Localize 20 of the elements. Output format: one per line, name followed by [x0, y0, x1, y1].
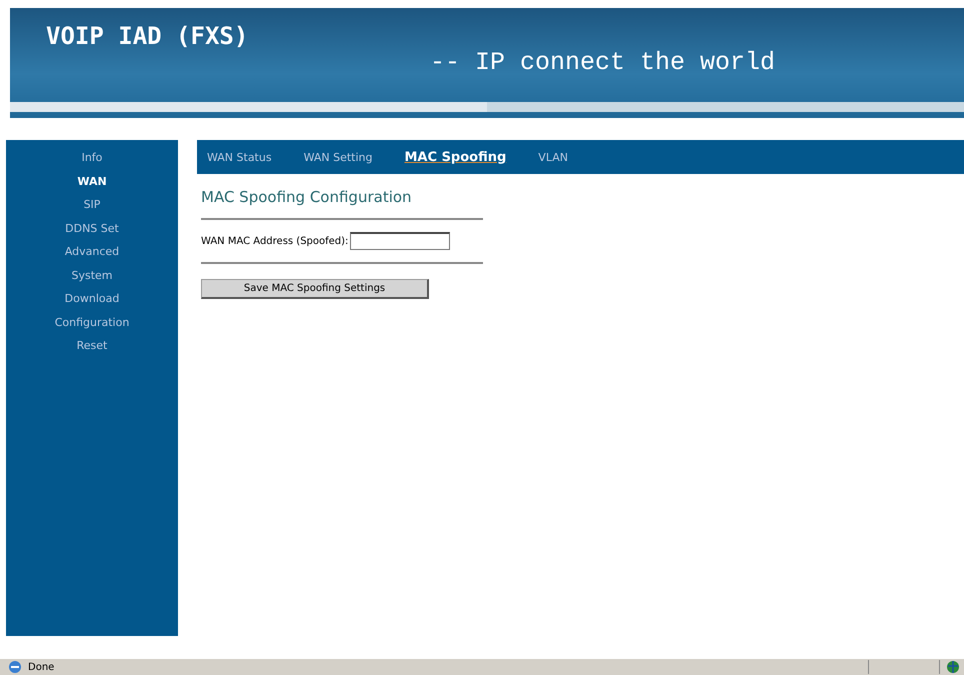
tab[interactable]: WAN Setting: [304, 150, 372, 164]
field-label: WAN MAC Address (Spoofed):: [201, 236, 348, 246]
section-title: MAC Spoofing Configuration: [201, 188, 413, 206]
sidebar-item[interactable]: SIP: [84, 193, 100, 216]
sidebar-item[interactable]: Configuration: [54, 310, 130, 334]
sidebar-item[interactable]: Advanced: [64, 240, 120, 264]
banner-slogan: -- IP connect the world: [430, 48, 776, 77]
tab[interactable]: VLAN: [538, 150, 568, 164]
banner-title: VOIP IAD (FXS): [46, 22, 250, 50]
sidebar-item[interactable]: System: [71, 264, 113, 287]
sidebar-item[interactable]: Reset: [76, 334, 108, 358]
status-text: Done: [28, 662, 54, 672]
sidebar-item[interactable]: WAN: [77, 170, 107, 193]
tab[interactable]: MAC Spoofing: [404, 150, 506, 164]
save-button[interactable]: Save MAC Spoofing Settings: [201, 279, 429, 299]
tab[interactable]: WAN Status: [207, 150, 272, 164]
sidebar-item[interactable]: Info: [82, 146, 102, 170]
mac-address-field[interactable]: [350, 232, 450, 250]
sidebar-item[interactable]: Download: [64, 287, 120, 310]
sidebar-item[interactable]: DDNS Set: [65, 216, 119, 240]
